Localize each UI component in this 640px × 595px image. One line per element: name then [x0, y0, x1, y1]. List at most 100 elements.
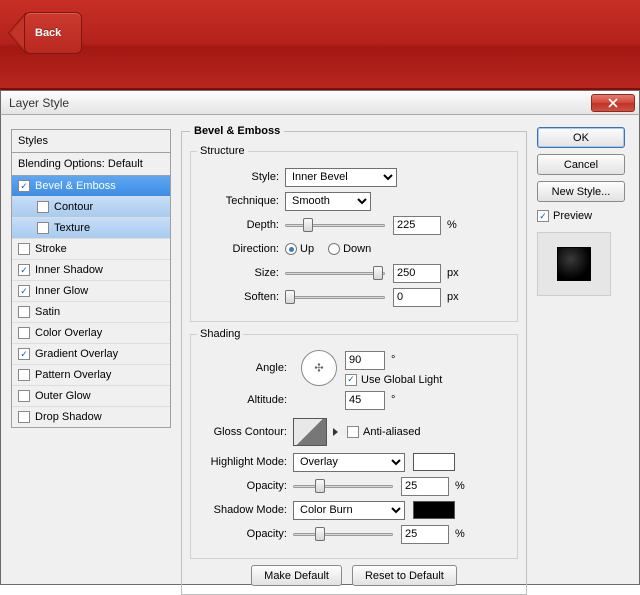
altitude-input[interactable] [345, 391, 385, 410]
size-unit: px [447, 267, 459, 279]
sidebar-item-checkbox[interactable] [18, 306, 30, 318]
ok-button[interactable]: OK [537, 127, 625, 148]
highlight-opacity-label: Opacity: [197, 480, 293, 492]
sidebar-item-checkbox[interactable] [18, 285, 30, 297]
depth-unit: % [447, 219, 457, 231]
shading-group: Shading Angle: ✣ ° Use Global Light [190, 328, 518, 559]
altitude-label: Altitude: [197, 394, 293, 406]
highlight-color-swatch[interactable] [413, 453, 455, 471]
sidebar-item-checkbox[interactable] [18, 243, 30, 255]
sidebar-item-label: Stroke [35, 243, 67, 255]
sidebar-item-label: Texture [54, 222, 90, 234]
shadow-mode-label: Shadow Mode: [197, 504, 293, 516]
sidebar-item-checkbox[interactable] [37, 201, 49, 213]
sidebar-item-texture[interactable]: Texture [12, 218, 170, 239]
back-button-wrap[interactable]: Back [24, 12, 82, 54]
technique-label: Technique: [197, 195, 285, 207]
anti-aliased-checkbox[interactable] [347, 426, 359, 438]
sidebar-item-gradient-overlay[interactable]: Gradient Overlay [12, 344, 170, 365]
sidebar-subheader[interactable]: Blending Options: Default [12, 153, 170, 176]
shadow-color-swatch[interactable] [413, 501, 455, 519]
soften-slider[interactable] [285, 288, 385, 306]
sidebar-item-pattern-overlay[interactable]: Pattern Overlay [12, 365, 170, 386]
direction-label: Direction: [197, 243, 285, 255]
global-light-checkbox[interactable] [345, 374, 357, 386]
style-label: Style: [197, 171, 285, 183]
anti-aliased-label[interactable]: Anti-aliased [363, 426, 420, 438]
sidebar-item-color-overlay[interactable]: Color Overlay [12, 323, 170, 344]
sidebar-item-checkbox[interactable] [18, 348, 30, 360]
shadow-opacity-slider[interactable] [293, 525, 393, 543]
shadow-mode-select[interactable]: Color Burn [293, 501, 405, 520]
direction-up-radio[interactable] [285, 243, 297, 255]
size-input[interactable] [393, 264, 441, 283]
direction-down-radio[interactable] [328, 243, 340, 255]
angle-input[interactable] [345, 351, 385, 370]
depth-label: Depth: [197, 219, 285, 231]
sidebar-item-checkbox[interactable] [18, 327, 30, 339]
sidebar-item-label: Drop Shadow [35, 411, 102, 423]
back-button[interactable]: Back [24, 12, 82, 54]
make-default-button[interactable]: Make Default [251, 565, 342, 586]
sidebar-item-label: Outer Glow [35, 390, 91, 402]
highlight-mode-select[interactable]: Overlay [293, 453, 405, 472]
sidebar-item-label: Inner Shadow [35, 264, 103, 276]
preview-label[interactable]: Preview [553, 210, 592, 222]
styles-sidebar: Styles Blending Options: Default Bevel &… [11, 125, 171, 574]
sidebar-item-checkbox[interactable] [37, 222, 49, 234]
sidebar-item-stroke[interactable]: Stroke [12, 239, 170, 260]
sidebar-item-satin[interactable]: Satin [12, 302, 170, 323]
sidebar-item-checkbox[interactable] [18, 411, 30, 423]
gloss-contour-picker[interactable] [293, 418, 327, 446]
angle-label: Angle: [197, 362, 293, 374]
dialog-title: Layer Style [9, 96, 69, 110]
sidebar-item-contour[interactable]: Contour [12, 197, 170, 218]
sidebar-item-label: Bevel & Emboss [35, 180, 116, 192]
preview-checkbox[interactable] [537, 210, 549, 222]
sidebar-item-inner-shadow[interactable]: Inner Shadow [12, 260, 170, 281]
sidebar-header[interactable]: Styles [12, 130, 170, 153]
close-button[interactable] [591, 94, 635, 112]
sidebar-item-label: Inner Glow [35, 285, 88, 297]
app-top-bar: Back [0, 0, 640, 90]
structure-legend: Structure [197, 145, 248, 157]
dialog-titlebar: Layer Style [0, 90, 640, 115]
angle-dial[interactable]: ✣ [301, 350, 337, 386]
global-light-label[interactable]: Use Global Light [361, 374, 442, 386]
shadow-opacity-input[interactable] [401, 525, 449, 544]
size-slider[interactable] [285, 264, 385, 282]
sidebar-item-checkbox[interactable] [18, 180, 30, 192]
sidebar-item-bevel-emboss[interactable]: Bevel & Emboss [12, 176, 170, 197]
sidebar-item-label: Satin [35, 306, 60, 318]
soften-label: Soften: [197, 291, 285, 303]
dialog-actions: OK Cancel New Style... Preview [537, 125, 629, 574]
sidebar-item-inner-glow[interactable]: Inner Glow [12, 281, 170, 302]
sidebar-item-label: Color Overlay [35, 327, 102, 339]
preview-sample-icon [557, 247, 591, 281]
style-select[interactable]: Inner Bevel [285, 168, 397, 187]
gloss-contour-label: Gloss Contour: [197, 426, 293, 438]
sidebar-item-outer-glow[interactable]: Outer Glow [12, 386, 170, 407]
dialog-body: Styles Blending Options: Default Bevel &… [0, 115, 640, 585]
shadow-opacity-label: Opacity: [197, 528, 293, 540]
direction-up-label[interactable]: Up [300, 243, 314, 255]
highlight-mode-label: Highlight Mode: [197, 456, 293, 468]
sidebar-item-label: Gradient Overlay [35, 348, 118, 360]
soften-input[interactable] [393, 288, 441, 307]
sidebar-item-drop-shadow[interactable]: Drop Shadow [12, 407, 170, 427]
new-style-button[interactable]: New Style... [537, 181, 625, 202]
depth-slider[interactable] [285, 216, 385, 234]
sidebar-item-checkbox[interactable] [18, 264, 30, 276]
highlight-opacity-input[interactable] [401, 477, 449, 496]
depth-input[interactable] [393, 216, 441, 235]
reset-default-button[interactable]: Reset to Default [352, 565, 457, 586]
sidebar-item-checkbox[interactable] [18, 369, 30, 381]
back-button-label: Back [35, 27, 61, 39]
size-label: Size: [197, 267, 285, 279]
direction-down-label[interactable]: Down [343, 243, 371, 255]
sidebar-item-checkbox[interactable] [18, 390, 30, 402]
technique-select[interactable]: Smooth [285, 192, 371, 211]
highlight-opacity-slider[interactable] [293, 477, 393, 495]
structure-group: Structure Style: Inner Bevel Technique: … [190, 145, 518, 322]
cancel-button[interactable]: Cancel [537, 154, 625, 175]
